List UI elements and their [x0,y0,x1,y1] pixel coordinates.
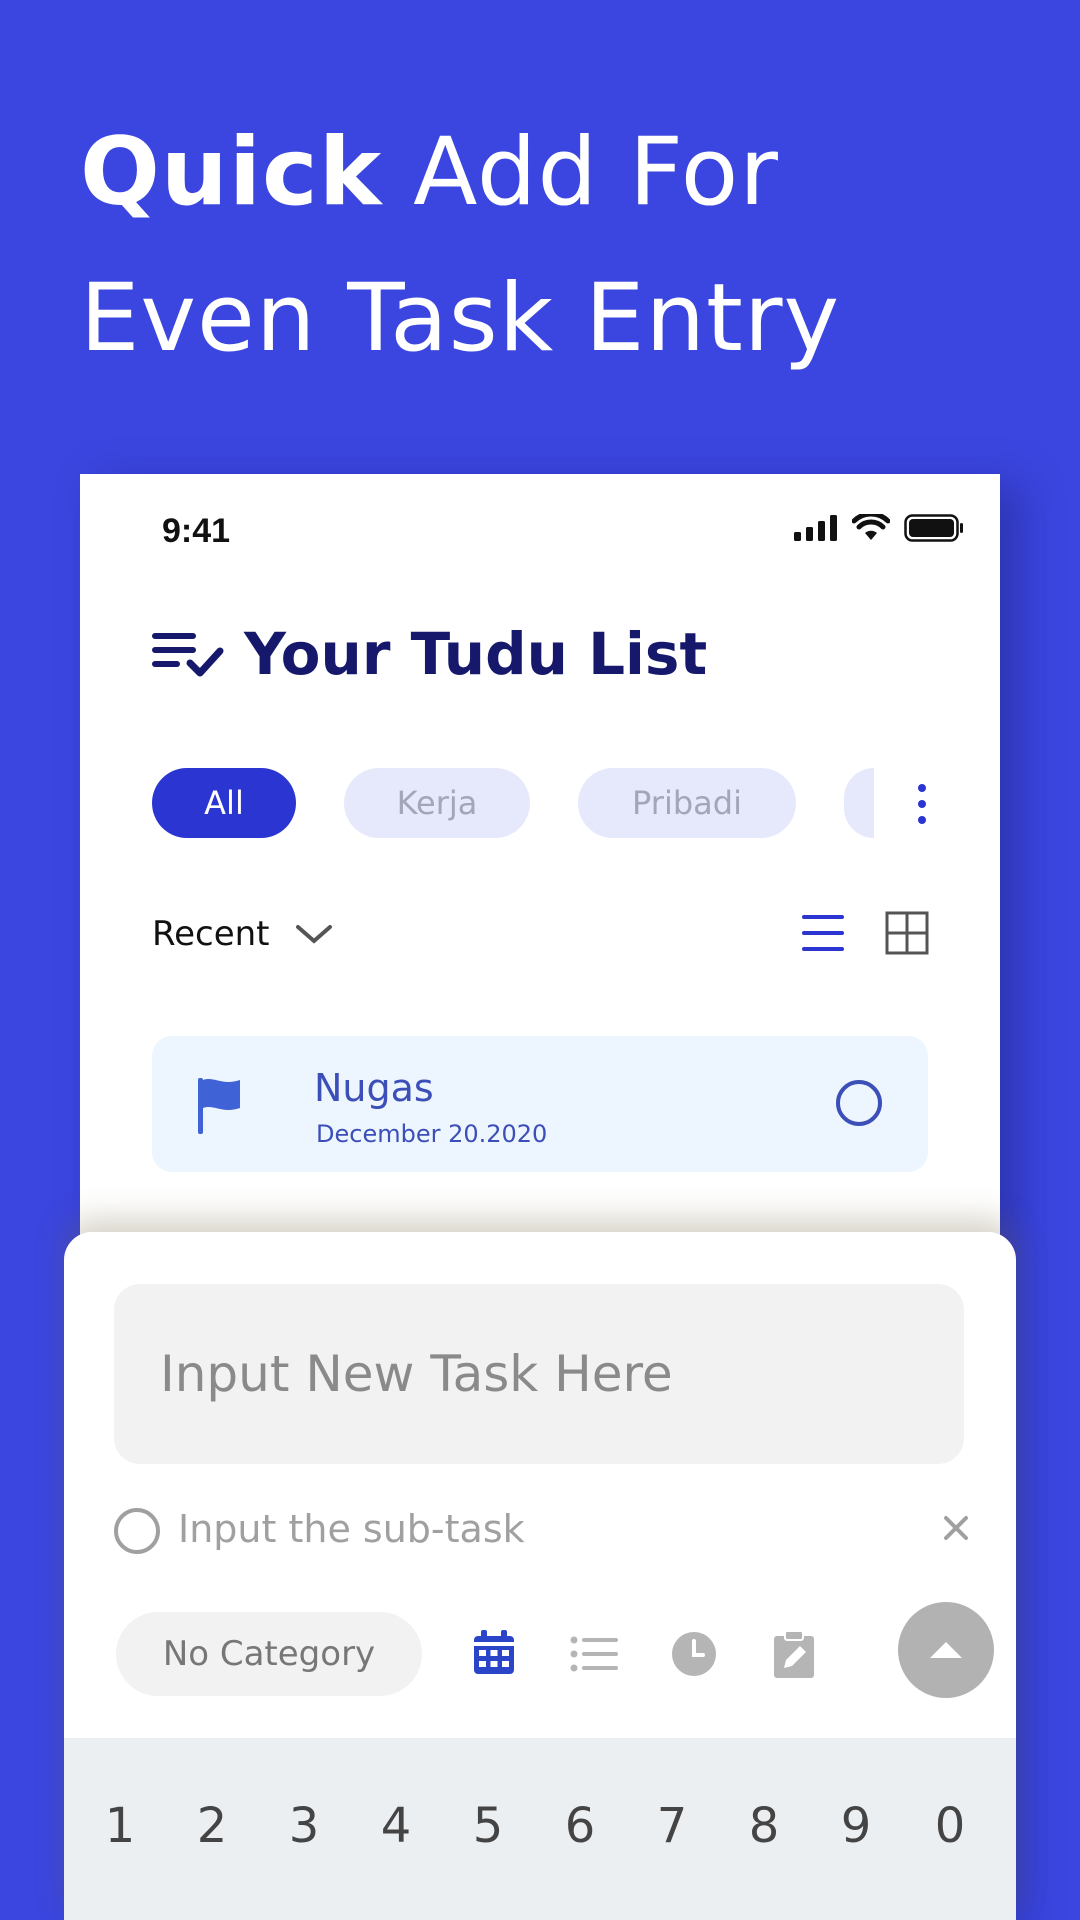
task-input[interactable] [114,1284,964,1464]
subtask-list-icon[interactable] [568,1628,620,1680]
battery-icon [904,514,963,542]
app-title: Your Tudu List [244,620,708,688]
headline-line-2: Even Task Entry [80,264,841,373]
key-2[interactable]: 2 [182,1798,242,1854]
task-title: Nugas [314,1066,434,1110]
task-date: December 20.2020 [316,1120,548,1148]
status-icons [794,514,964,542]
promo-headline: Quick Add For Even Task Entry [80,100,840,392]
key-0[interactable]: 0 [920,1798,980,1854]
key-4[interactable]: 4 [366,1798,426,1854]
view-toggle [800,910,930,956]
checklist-icon [152,633,224,677]
quick-add-sheet: No Category [64,1232,1016,1920]
chip-kerja[interactable]: Kerja [344,768,530,838]
app-header: Your Tudu List [152,620,707,688]
note-icon[interactable] [768,1628,820,1680]
grid-view-icon[interactable] [884,910,930,956]
subtask-row [112,1500,972,1560]
calendar-icon[interactable] [468,1628,520,1680]
chevron-up-icon [930,1642,962,1658]
task-card[interactable]: Nugas December 20.2020 [152,1036,928,1172]
key-7[interactable]: 7 [642,1798,702,1854]
circle-check-icon[interactable] [834,1078,884,1128]
clock-icon[interactable] [668,1628,720,1680]
chevron-down-icon [295,925,332,944]
sort-label: Recent [152,914,270,954]
chip-partial[interactable] [844,768,874,838]
key-9[interactable]: 9 [826,1798,886,1854]
key-1[interactable]: 1 [90,1798,150,1854]
key-5[interactable]: 5 [458,1798,518,1854]
keyboard: 1 2 3 4 5 6 7 8 9 0 [64,1738,1016,1920]
close-icon[interactable] [940,1512,972,1544]
status-time: 9:41 [162,512,231,550]
subtask-radio-icon[interactable] [112,1506,162,1556]
filter-chips: All Kerja Pribadi [152,768,942,838]
quick-add-toolbar: No Category [116,1602,994,1702]
headline-bold: Quick [80,118,383,227]
flag-icon [198,1078,240,1134]
key-6[interactable]: 6 [550,1798,610,1854]
key-8[interactable]: 8 [734,1798,794,1854]
headline-rest: Add For [382,118,779,227]
submit-task-button[interactable] [898,1602,994,1698]
chip-pribadi[interactable]: Pribadi [578,768,796,838]
list-view-icon[interactable] [800,910,846,956]
subtask-input[interactable] [178,1504,778,1554]
category-button[interactable]: No Category [116,1612,422,1696]
wifi-icon [852,514,890,540]
headline-line-1: Quick Add For [80,100,840,246]
more-vertical-icon[interactable] [902,782,942,826]
key-3[interactable]: 3 [274,1798,334,1854]
chip-all[interactable]: All [152,768,296,838]
sort-dropdown[interactable]: Recent [152,914,334,954]
signal-icon [794,515,837,541]
